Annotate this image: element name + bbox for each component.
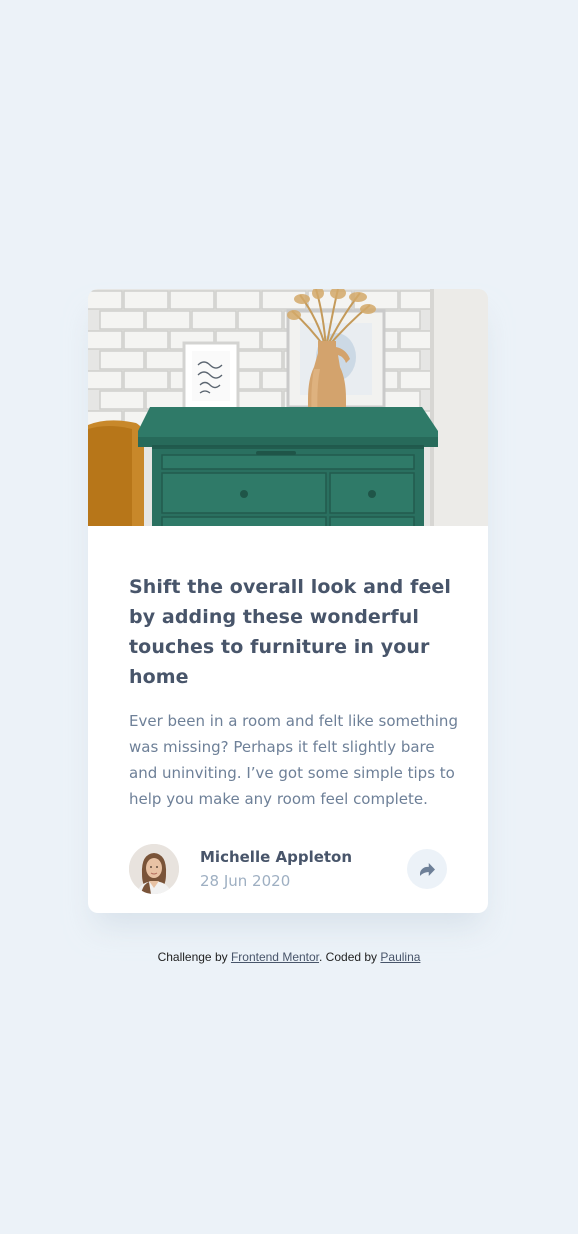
article-description: Ever been in a room and felt like someth… [129,712,458,808]
frontend-mentor-link[interactable]: Frontend Mentor [231,950,319,964]
article-title[interactable]: Shift the overall look and feel by addin… [129,572,459,692]
share-arrow-icon [419,862,435,876]
attribution-middle: . Coded by [319,950,381,964]
author-row: Michelle Appleton 28 Jun 2020 [129,844,447,894]
article-preview-card: Shift the overall look and feel by addin… [88,289,488,913]
post-date: 28 Jun 2020 [200,872,291,890]
avatar [129,844,179,894]
attribution-prefix: Challenge by [157,950,231,964]
author-name: Michelle Appleton [200,848,353,866]
card-content: Shift the overall look and feel by addin… [129,572,459,812]
attribution: Challenge by Frontend Mentor. Coded by P… [0,950,578,964]
article-image [88,289,488,526]
share-button[interactable] [407,849,447,889]
author-link[interactable]: Paulina [380,950,420,964]
